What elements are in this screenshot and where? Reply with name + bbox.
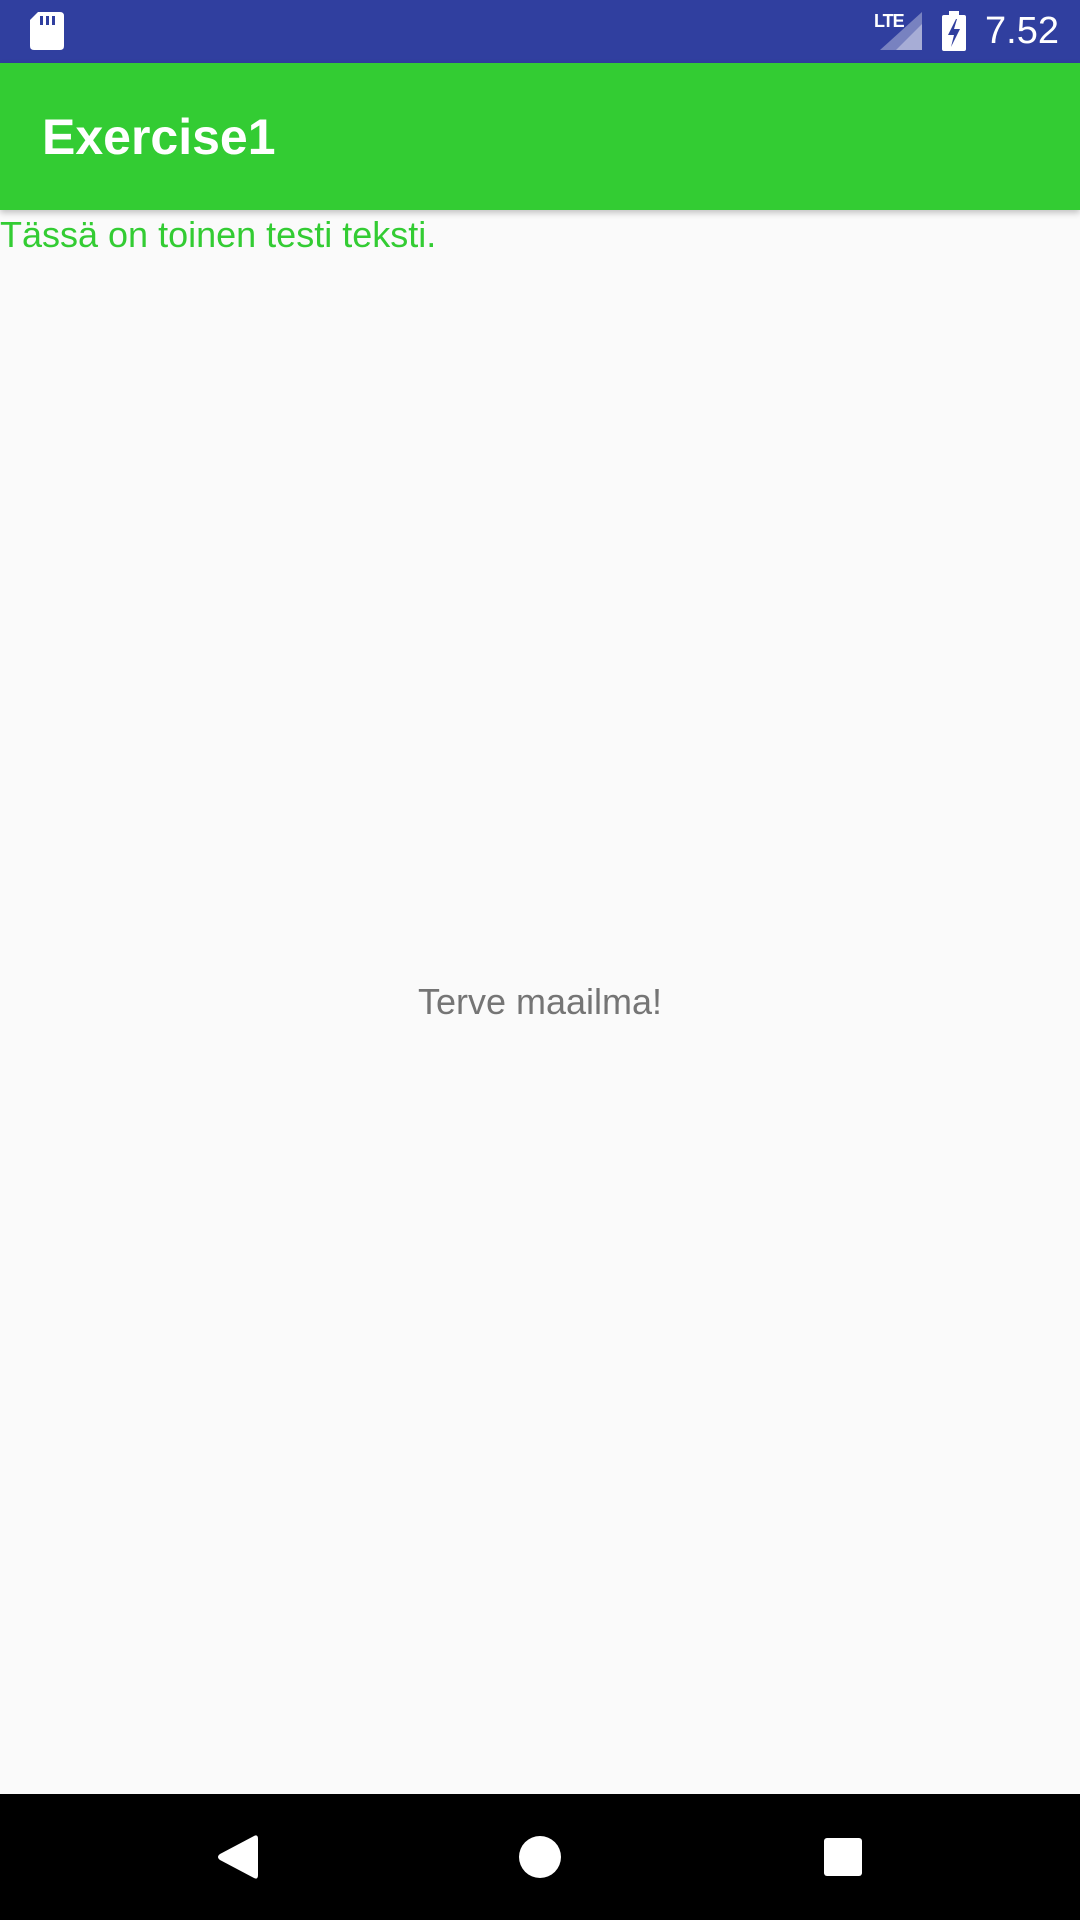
back-button[interactable] [197, 1817, 277, 1897]
back-icon [218, 1835, 258, 1879]
recents-icon [824, 1838, 862, 1876]
app-screen: LTE 7.52 Exercise1 Tässä on toinen testi… [0, 0, 1080, 1920]
recents-button[interactable] [803, 1817, 883, 1897]
battery-charging-icon [942, 11, 966, 51]
sd-card-icon [30, 12, 64, 50]
home-button[interactable] [500, 1817, 580, 1897]
secondary-text: Tässä on toinen testi teksti. [0, 214, 437, 255]
status-bar: LTE 7.52 [0, 0, 1080, 63]
navigation-bar [0, 1794, 1080, 1920]
status-clock: 7.52 [985, 10, 1059, 52]
network-type-label: LTE [874, 11, 905, 31]
app-title: Exercise1 [42, 109, 276, 165]
app-bar: Exercise1 [0, 63, 1080, 210]
hello-world-text: Terve maailma! [417, 981, 663, 1022]
home-icon [519, 1836, 561, 1878]
